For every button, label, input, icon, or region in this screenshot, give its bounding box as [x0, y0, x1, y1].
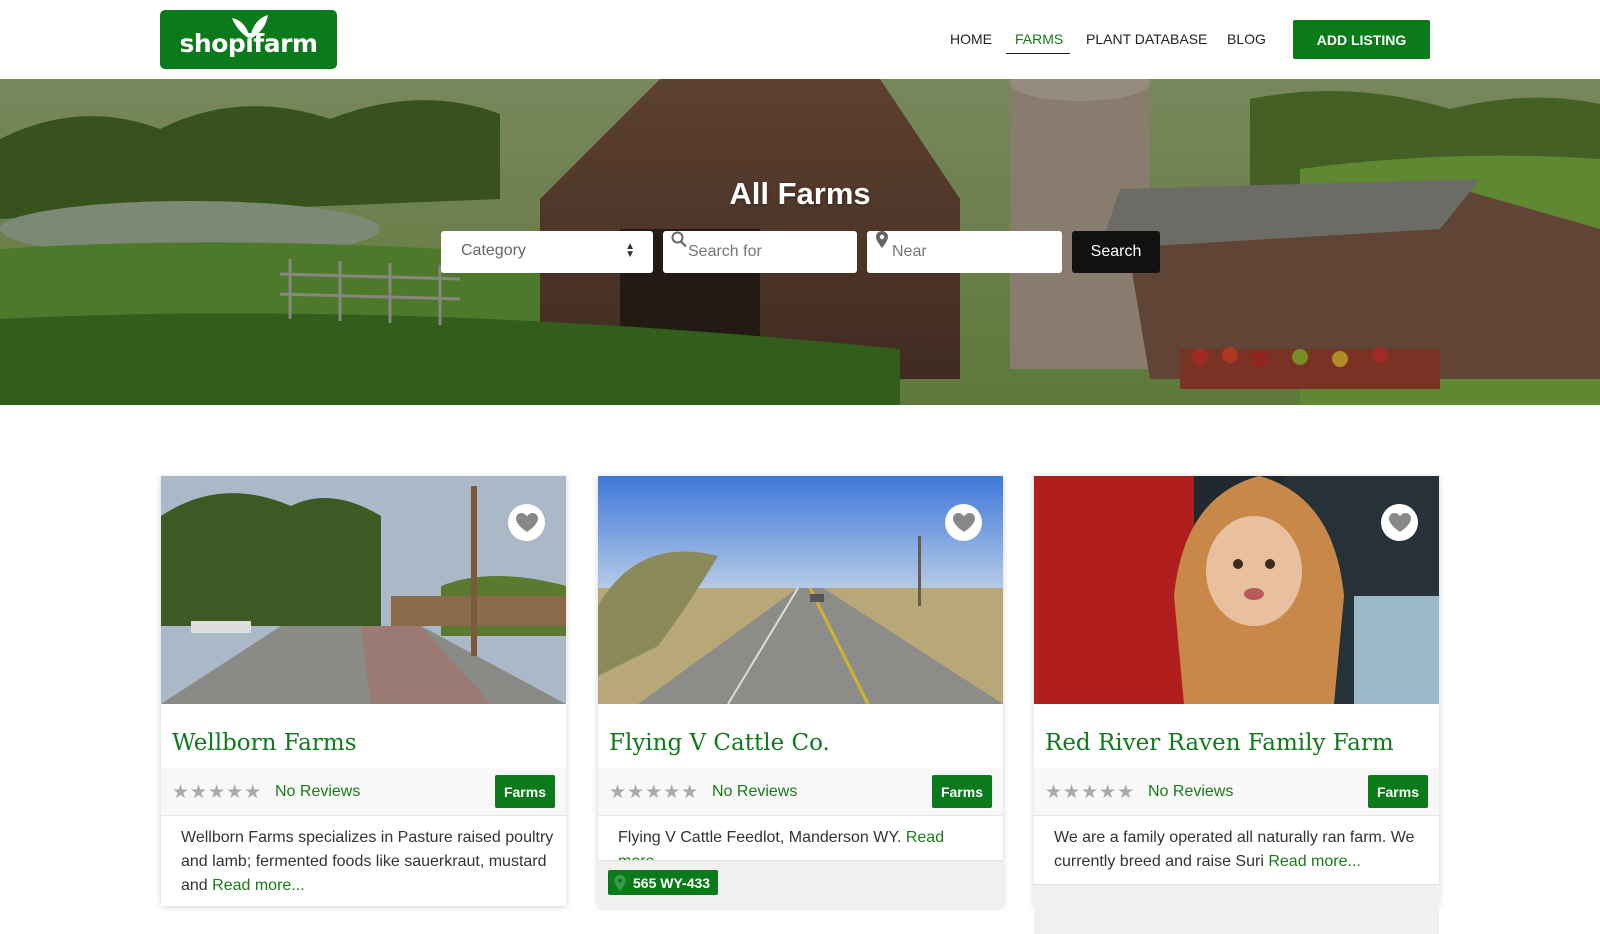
read-more-link[interactable]: Read more... [1268, 853, 1360, 870]
rural-road-photo [598, 476, 1003, 704]
site-header: shopifarm HOME FARMS PLANT DATABASE BLOG… [0, 0, 1600, 79]
category-select[interactable]: Category ▲ ▼ [441, 231, 653, 273]
address-bar: 565 WY-433 [598, 860, 1003, 910]
listing-title[interactable]: Wellborn Farms [172, 730, 357, 756]
logo-text: shopifarm [179, 29, 318, 58]
listing-title[interactable]: Red River Raven Family Farm [1045, 730, 1394, 756]
category-badge[interactable]: Farms [494, 775, 555, 808]
shopifarm-logo[interactable]: shopifarm [160, 10, 337, 69]
star-rating: ★★★★★ [1045, 782, 1136, 803]
listing-image[interactable] [1034, 476, 1439, 704]
listing-card[interactable]: Flying V Cattle Co. ★★★★★ No Reviews Far… [598, 476, 1003, 910]
nav-farms[interactable]: FARMS [1015, 31, 1063, 47]
search-field-wrap [663, 231, 857, 273]
listing-image[interactable] [161, 476, 566, 704]
heart-icon [952, 512, 975, 532]
hero-banner: All Farms Category ▲ ▼ Search [0, 79, 1600, 405]
rating-row: ★★★★★ No Reviews Farms [161, 768, 566, 816]
listing-card[interactable]: Wellborn Farms ★★★★★ No Reviews Farms We… [161, 476, 566, 906]
search-icon [671, 231, 687, 248]
favorite-button[interactable] [1381, 504, 1418, 541]
page-title: All Farms [729, 176, 871, 211]
address-bar [1034, 884, 1439, 934]
favorite-button[interactable] [508, 504, 545, 541]
listing-description: We are a family operated all naturally r… [1054, 826, 1429, 874]
search-input[interactable] [663, 231, 857, 273]
heart-icon [515, 512, 538, 532]
address-text: 565 WY-433 [633, 874, 711, 891]
farm-driveway-photo [161, 476, 566, 704]
star-rating: ★★★★★ [609, 782, 700, 803]
nav-blog[interactable]: BLOG [1227, 31, 1266, 47]
favorite-button[interactable] [945, 504, 982, 541]
category-select-value: Category [461, 242, 526, 259]
listing-title[interactable]: Flying V Cattle Co. [609, 730, 830, 756]
map-pin-icon [614, 874, 626, 891]
reviews-link[interactable]: No Reviews [712, 783, 797, 801]
listing-image[interactable] [598, 476, 1003, 704]
reviews-link[interactable]: No Reviews [1148, 783, 1233, 801]
nav-home[interactable]: HOME [950, 31, 992, 47]
rating-row: ★★★★★ No Reviews Farms [1034, 768, 1439, 816]
map-pin-icon [876, 231, 888, 248]
reviews-link[interactable]: No Reviews [275, 783, 360, 801]
rating-row: ★★★★★ No Reviews Farms [598, 768, 1003, 816]
listing-card[interactable]: Red River Raven Family Farm ★★★★★ No Rev… [1034, 476, 1439, 934]
heart-icon [1388, 512, 1411, 532]
search-button[interactable]: Search [1072, 231, 1160, 273]
read-more-link[interactable]: Read more... [212, 877, 304, 894]
listing-description: Wellborn Farms specializes in Pasture ra… [181, 826, 556, 898]
child-on-tractor-photo [1034, 476, 1439, 704]
star-rating: ★★★★★ [172, 782, 263, 803]
nav-plant-database[interactable]: PLANT DATABASE [1086, 31, 1207, 47]
category-badge[interactable]: Farms [1367, 775, 1428, 808]
near-input[interactable] [867, 231, 1062, 273]
category-badge[interactable]: Farms [931, 775, 992, 808]
add-listing-button[interactable]: ADD LISTING [1293, 20, 1430, 59]
address-badge[interactable]: 565 WY-433 [608, 870, 719, 895]
near-field-wrap [867, 231, 1062, 273]
active-nav-underline [1006, 53, 1070, 54]
select-arrows-icon: ▲ ▼ [625, 241, 635, 260]
description-text: Flying V Cattle Feedlot, Manderson WY. [618, 829, 902, 846]
